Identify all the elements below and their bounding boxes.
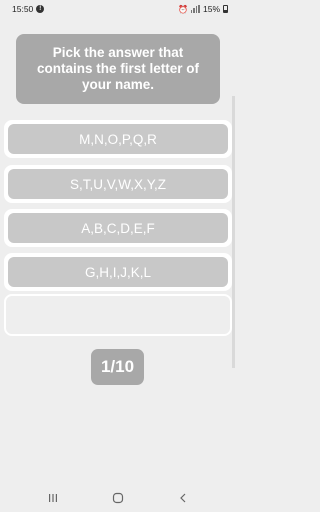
- signal-icon: [190, 5, 200, 13]
- home-icon: [112, 492, 124, 504]
- answer-option-3-face[interactable]: A,B,C,D,E,F: [8, 213, 228, 243]
- recent-apps-icon: [48, 494, 57, 502]
- answer-option-4-label: G,H,I,J,K,L: [84, 264, 152, 280]
- answer-option-4[interactable]: G,H,I,J,K,L: [4, 253, 232, 291]
- alarm-icon: ⏰: [178, 4, 188, 14]
- answer-option-1[interactable]: M,N,O,P,Q,R: [4, 120, 232, 158]
- system-nav-bar: [0, 484, 236, 512]
- quiz-screen: 15:50 ! ⏰ 15% Pick the answer that conta…: [0, 0, 236, 512]
- back-button[interactable]: [171, 486, 195, 510]
- answer-option-2-label: S,T,U,V,W,X,Y,Z: [69, 176, 167, 192]
- battery-percent: 15%: [202, 4, 220, 14]
- answer-option-1-label: M,N,O,P,Q,R: [79, 131, 157, 147]
- answer-option-5[interactable]: [4, 294, 232, 336]
- answer-option-2[interactable]: S,T,U,V,W,X,Y,Z: [4, 165, 232, 203]
- question-counter: 1/10: [91, 349, 144, 385]
- battery-icon: [223, 5, 228, 13]
- home-button[interactable]: [106, 486, 130, 510]
- notification-icon: !: [36, 5, 45, 13]
- answer-option-3[interactable]: A,B,C,D,E,F: [4, 209, 232, 247]
- question-card: Pick the answer that contains the first …: [16, 34, 220, 104]
- question-counter-label: 1/10: [100, 357, 135, 376]
- scrollbar[interactable]: [232, 96, 235, 368]
- question-text: Pick the answer that contains the first …: [36, 45, 200, 92]
- status-left: 15:50 !: [12, 4, 45, 14]
- status-time: 15:50: [12, 4, 34, 14]
- status-bar: 15:50 ! ⏰ 15%: [0, 0, 236, 18]
- recent-apps-button[interactable]: [41, 486, 65, 510]
- answer-option-4-face[interactable]: G,H,I,J,K,L: [8, 257, 228, 287]
- answer-option-2-face[interactable]: S,T,U,V,W,X,Y,Z: [8, 169, 228, 199]
- answer-option-3-label: A,B,C,D,E,F: [81, 220, 155, 236]
- back-icon: [180, 493, 186, 503]
- status-right: ⏰ 15%: [178, 4, 228, 14]
- answer-option-1-face[interactable]: M,N,O,P,Q,R: [8, 124, 228, 154]
